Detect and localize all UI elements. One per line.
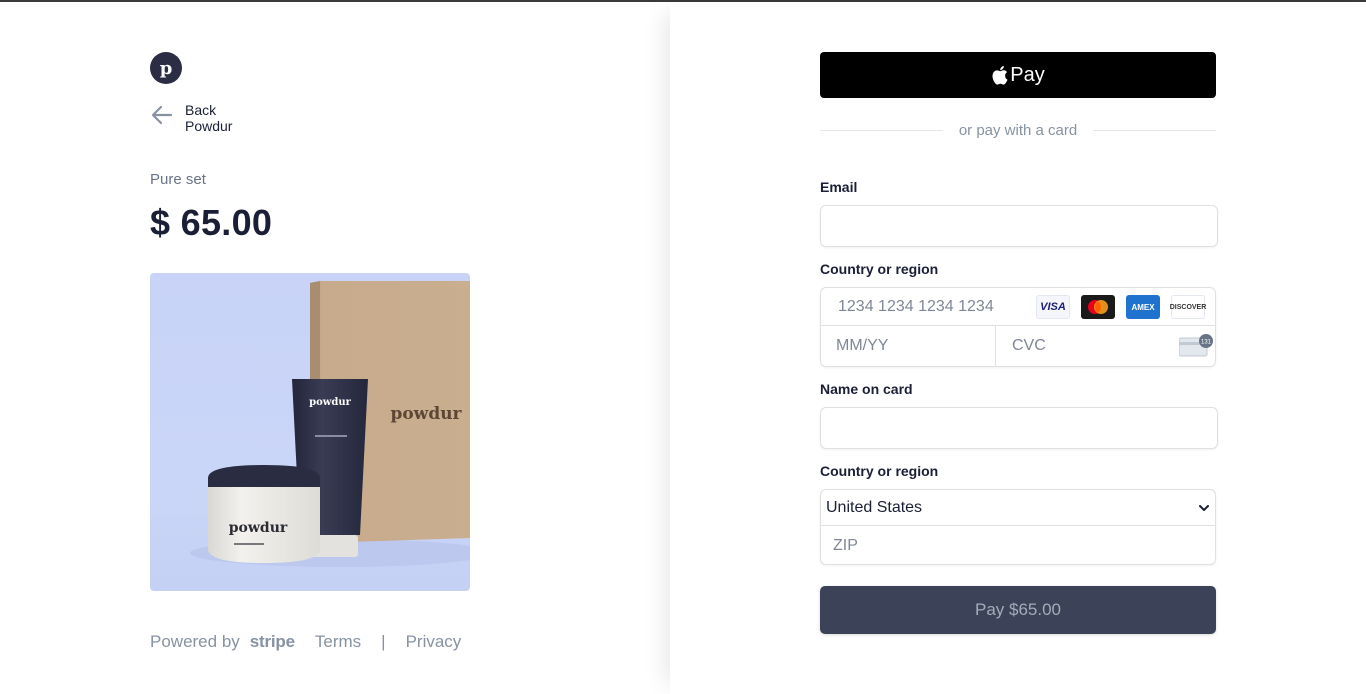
card-info-label: Country or region (820, 261, 939, 277)
discover-icon: DISCOVER (1170, 295, 1206, 319)
amex-icon: AMEX (1126, 295, 1160, 319)
merchant-logo: p (150, 52, 182, 84)
apple-pay-label: Pay (1010, 63, 1045, 86)
footer: Powered by stripe Terms | Privacy (150, 632, 461, 652)
email-field[interactable] (821, 206, 1217, 246)
back-label: Back (185, 102, 217, 118)
mastercard-icon (1081, 295, 1115, 319)
back-link-text: Back Powdur (185, 102, 232, 134)
product-name: Pure set (150, 171, 206, 188)
cvc-card-icon: 131 (1179, 334, 1213, 357)
divider-text: or pay with a card (958, 122, 1078, 139)
terms-link[interactable]: Terms (315, 632, 361, 652)
divider-line-left (820, 130, 943, 131)
cvc-wrapper: 131 (997, 326, 1215, 366)
email-label: Email (820, 179, 858, 195)
pay-button[interactable]: Pay $65.00 (820, 586, 1216, 634)
jar-brand-label: powdur (229, 520, 288, 536)
visa-icon: VISA (1036, 295, 1070, 319)
powered-by-text: Powered by (150, 632, 240, 651)
card-brands: VISA AMEX DISCOVER (1036, 295, 1206, 319)
country-select[interactable]: United States (821, 490, 1215, 526)
arrow-left-icon (151, 105, 173, 125)
expiry-wrapper (821, 326, 996, 366)
apple-icon (992, 66, 1008, 85)
name-label: Name on card (820, 381, 913, 397)
payment-panel: Pay or pay with a card Email Country or … (670, 2, 1366, 694)
divider-line-right (1093, 130, 1217, 131)
expiry-input[interactable] (821, 326, 995, 366)
country-label: Country or region (820, 463, 939, 479)
divider: or pay with a card (820, 122, 1217, 139)
zip-wrapper (821, 527, 1215, 565)
product-price: $ 65.00 (150, 202, 273, 243)
box-brand-label: powdur (390, 404, 462, 424)
billing-address-group: United States (820, 489, 1216, 565)
back-link[interactable]: Back Powdur (150, 102, 232, 134)
privacy-link[interactable]: Privacy (406, 632, 462, 652)
card-number-row: VISA AMEX DISCOVER (821, 288, 1215, 326)
tube-brand-label: powdur (309, 397, 352, 408)
apple-pay-button[interactable]: Pay (820, 52, 1216, 98)
email-field-wrapper (820, 205, 1218, 247)
product-image: powdur powdur powdur (150, 273, 470, 591)
card-info-group: VISA AMEX DISCOVER 131 (820, 287, 1216, 367)
merchant-name: Powdur (185, 118, 233, 134)
order-summary-panel: p Back Powdur Pure set $ 65.00 powdur po… (0, 2, 670, 694)
product-illustration: powdur powdur powdur (190, 281, 470, 567)
cvc-icon-text: 131 (1201, 340, 1212, 346)
name-on-card-field[interactable] (821, 408, 1217, 448)
chevron-down-icon (1199, 504, 1209, 511)
stripe-logo[interactable]: stripe (250, 632, 295, 652)
footer-separator: | (381, 632, 386, 651)
zip-input[interactable] (821, 527, 1215, 565)
country-selected-value: United States (826, 498, 923, 516)
name-field-wrapper (820, 407, 1218, 449)
card-number-input[interactable] (821, 288, 1031, 326)
